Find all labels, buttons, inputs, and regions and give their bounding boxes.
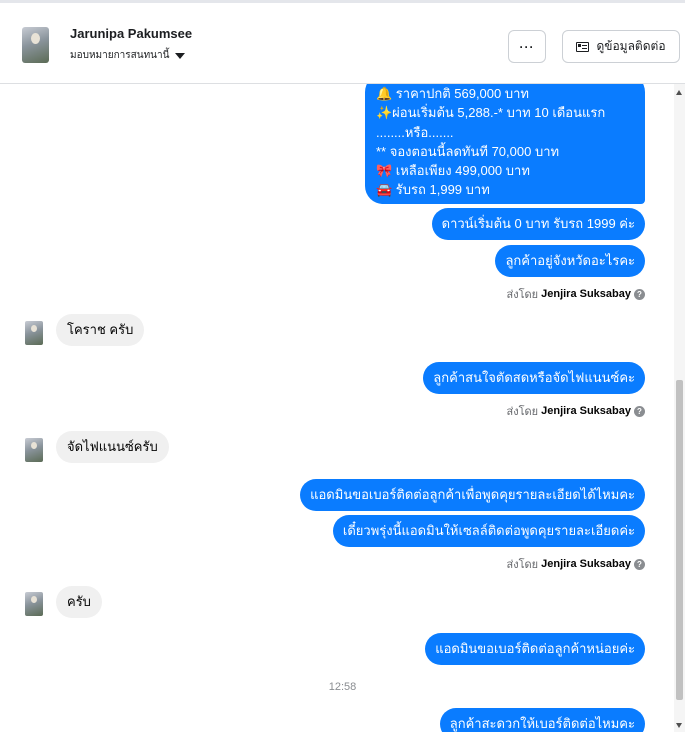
incoming-message[interactable]: จัดไฟแนนซ์ครับ — [56, 431, 169, 463]
sent-by-label: ส่งโดย Jenjira Suksabay ? — [507, 555, 645, 573]
message-thread[interactable]: 🔔 ราคาปกติ 569,000 บาท ✨ผ่อนเริ่มต้น 5,2… — [0, 84, 685, 732]
outgoing-message[interactable]: ลูกค้าสนใจตัดสดหรือจัดไฟแนนซ์คะ — [423, 362, 645, 394]
caret-down-icon — [175, 52, 186, 59]
sent-by-label: ส่งโดย Jenjira Suksabay ? — [507, 285, 645, 303]
sent-by-agent[interactable]: Jenjira Suksabay — [541, 558, 631, 570]
more-options-button[interactable]: ··· — [508, 30, 546, 63]
promo-message-bubble[interactable]: 🔔 ราคาปกติ 569,000 บาท ✨ผ่อนเริ่มต้น 5,2… — [365, 84, 645, 204]
contact-avatar-small[interactable] — [25, 438, 43, 462]
scrollbar-thumb[interactable] — [676, 380, 683, 700]
sent-by-prefix: ส่งโดย — [506, 559, 539, 571]
outgoing-message[interactable]: แอดมินขอเบอร์ติดต่อลูกค้าเพื่อพูดคุยรายล… — [300, 479, 645, 511]
assign-label: มอบหมายการสนทนานี้ — [70, 50, 170, 61]
outgoing-message[interactable]: ลูกค้าอยู่จังหวัดอะไรคะ — [495, 245, 645, 277]
contact-name[interactable]: Jarunipa Pakumsee — [70, 26, 192, 41]
outgoing-message[interactable]: เดี๋ยวพรุ่งนี้แอดมินให้เซลล์ติดต่อพูดคุย… — [332, 515, 645, 547]
conversation-header: Jarunipa Pakumsee มอบหมายการสนทนานี้ ···… — [0, 0, 685, 84]
assign-conversation-dropdown[interactable]: มอบหมายการสนทนานี้ — [70, 48, 186, 63]
contact-card-icon — [576, 41, 590, 52]
sent-by-prefix: ส่งโดย — [506, 406, 539, 418]
contact-avatar[interactable] — [22, 27, 49, 63]
promo-line: 🔔 ราคาปกติ 569,000 บาท — [376, 86, 529, 101]
outgoing-message[interactable]: ลูกค้าสะดวกให้เบอร์ติดต่อไหมคะ — [439, 708, 645, 732]
incoming-message[interactable]: โคราช ครับ — [56, 314, 145, 346]
info-icon[interactable]: ? — [634, 558, 645, 570]
view-contact-button[interactable]: ดูข้อมูลติดต่อ — [562, 30, 680, 63]
contact-avatar-small[interactable] — [25, 321, 43, 345]
message-timestamp: 12:58 — [328, 681, 357, 693]
outgoing-message[interactable]: ดาวน์เริ่มต้น 0 บาท รับรถ 1999 ค่ะ — [431, 208, 645, 240]
promo-line: ** จองตอนนี้ลดทันที 70,000 บาท — [376, 143, 560, 159]
promo-line: ✨ผ่อนเริ่มต้น 5,288.-* บาท 10 เดือนแรก — [376, 105, 606, 121]
info-icon[interactable]: ? — [634, 288, 645, 300]
promo-line: 🎀 เหลือเพียง 499,000 บาท — [376, 163, 530, 179]
info-icon[interactable]: ? — [634, 405, 645, 417]
more-icon: ··· — [519, 39, 535, 54]
sent-by-prefix: ส่งโดย — [506, 289, 539, 301]
promo-line: ........หรือ....... — [376, 124, 454, 140]
thread-scrollbar[interactable] — [674, 84, 685, 732]
contact-avatar-small[interactable] — [25, 592, 43, 616]
view-contact-label: ดูข้อมูลติดต่อ — [596, 39, 666, 53]
scroll-up-arrow-icon[interactable] — [676, 90, 682, 95]
promo-line: 🚘 รับรถ 1,999 บาท — [376, 182, 490, 198]
scroll-down-arrow-icon[interactable] — [676, 723, 682, 728]
incoming-message[interactable]: ครับ — [56, 586, 102, 618]
sent-by-label: ส่งโดย Jenjira Suksabay ? — [507, 402, 645, 420]
sent-by-agent[interactable]: Jenjira Suksabay — [541, 288, 631, 300]
outgoing-message[interactable]: แอดมินขอเบอร์ติดต่อลูกค้าหน่อยค่ะ — [425, 633, 645, 665]
sent-by-agent[interactable]: Jenjira Suksabay — [541, 405, 631, 417]
